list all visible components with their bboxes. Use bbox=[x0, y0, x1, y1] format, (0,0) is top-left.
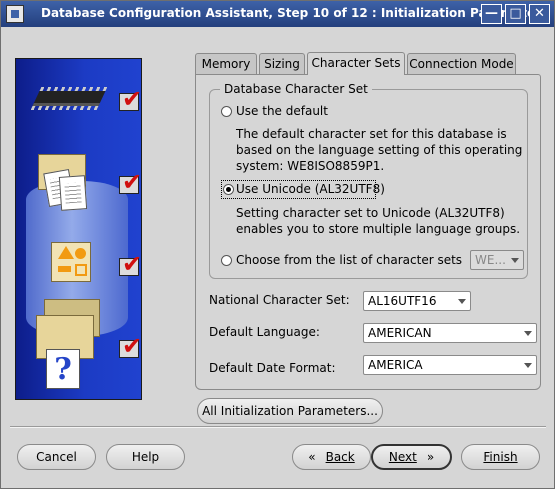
radio-use-unicode[interactable] bbox=[223, 184, 234, 195]
finish-button[interactable]: Finish bbox=[461, 444, 540, 470]
chevron-down-icon bbox=[511, 258, 519, 263]
step-complete-check-icon bbox=[119, 332, 142, 360]
use-unicode-description-line: Setting character set to Unicode (AL32UT… bbox=[236, 206, 505, 220]
footer-divider bbox=[10, 426, 546, 428]
chevron-right-icon: » bbox=[426, 450, 435, 464]
title-bar: Database Configuration Assistant, Step 1… bbox=[1, 1, 554, 27]
national-character-set-label: National Character Set: bbox=[209, 293, 350, 307]
radio-use-unicode-label[interactable]: Use Unicode (AL32UTF8) bbox=[236, 182, 385, 196]
tab-memory[interactable]: Memory bbox=[195, 53, 257, 75]
shapes-icon bbox=[51, 242, 91, 282]
default-language-label: Default Language: bbox=[209, 325, 320, 339]
radio-choose-from-list-label[interactable]: Choose from the list of character sets bbox=[236, 253, 462, 267]
next-button[interactable]: Next » bbox=[371, 444, 452, 470]
tab-character-sets[interactable]: Character Sets bbox=[307, 52, 405, 75]
chevron-down-icon bbox=[524, 331, 532, 336]
tab-connection-mode[interactable]: Connection Mode bbox=[407, 53, 516, 75]
maximize-button[interactable]: □ bbox=[505, 4, 526, 24]
radio-choose-from-list[interactable] bbox=[221, 255, 232, 266]
back-button[interactable]: « Back bbox=[292, 444, 371, 470]
document-icon bbox=[58, 175, 88, 211]
default-language-value: AMERICAN bbox=[368, 326, 432, 340]
use-default-description-line: The default character set for this datab… bbox=[236, 127, 507, 141]
step-complete-check-icon bbox=[119, 250, 142, 278]
radio-use-default[interactable] bbox=[221, 106, 232, 117]
use-default-description-line: system: WE8ISO8859P1. bbox=[236, 159, 385, 173]
minimize-button[interactable]: — bbox=[481, 4, 502, 24]
step-complete-check-icon bbox=[119, 168, 142, 196]
chevron-down-icon bbox=[458, 299, 466, 304]
national-character-set-select[interactable]: AL16UTF16 bbox=[363, 291, 471, 311]
help-document-icon: ? bbox=[46, 349, 80, 389]
back-button-label: Back bbox=[325, 450, 355, 464]
dbca-window: Database Configuration Assistant, Step 1… bbox=[0, 0, 555, 489]
window-title: Database Configuration Assistant, Step 1… bbox=[41, 6, 549, 20]
group-title: Database Character Set bbox=[220, 82, 372, 96]
all-initialization-parameters-button[interactable]: All Initialization Parameters... bbox=[197, 398, 383, 424]
app-icon bbox=[6, 5, 24, 23]
memory-chip-icon bbox=[32, 91, 106, 106]
close-button[interactable]: ✕ bbox=[529, 4, 550, 24]
step-complete-check-icon bbox=[119, 85, 142, 113]
next-button-label: Next bbox=[388, 450, 417, 464]
chevron-down-icon bbox=[524, 363, 532, 368]
radio-use-default-label[interactable]: Use the default bbox=[236, 104, 328, 118]
default-date-format-value: AMERICA bbox=[368, 358, 423, 372]
finish-button-label: Finish bbox=[483, 450, 518, 464]
tab-sizing[interactable]: Sizing bbox=[259, 53, 305, 75]
default-language-select[interactable]: AMERICAN bbox=[363, 323, 537, 343]
chevron-left-icon: « bbox=[308, 450, 316, 464]
cancel-button[interactable]: Cancel bbox=[17, 444, 96, 470]
help-button[interactable]: Help bbox=[106, 444, 185, 470]
default-date-format-label: Default Date Format: bbox=[209, 361, 336, 375]
use-default-description-line: based on the language setting of this op… bbox=[236, 143, 523, 157]
national-character-set-value: AL16UTF16 bbox=[368, 294, 437, 308]
wizard-progress-illustration: ? bbox=[15, 58, 142, 400]
character-set-list-value: WE... bbox=[475, 253, 506, 267]
character-set-list-select[interactable]: WE... bbox=[470, 250, 524, 270]
default-date-format-select[interactable]: AMERICA bbox=[363, 355, 537, 375]
use-unicode-description-line: enables you to store multiple language g… bbox=[236, 222, 521, 236]
